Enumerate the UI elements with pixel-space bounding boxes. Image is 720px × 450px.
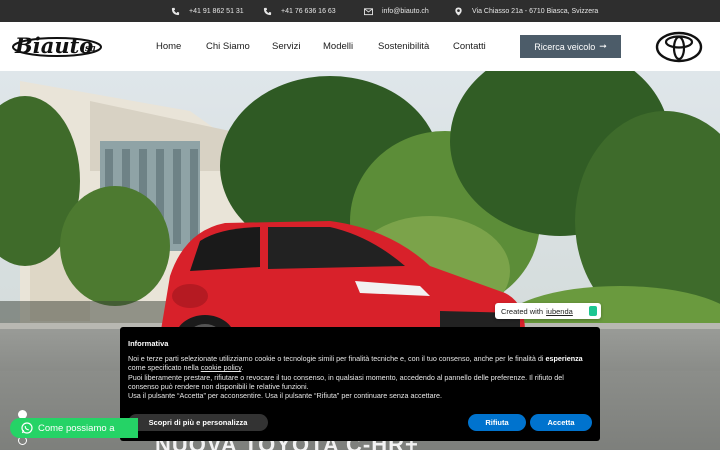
logo-text: Biauto: [14, 33, 93, 58]
mail-icon: [364, 7, 373, 16]
accept-button[interactable]: Accetta: [530, 414, 592, 431]
nav-item-sostenibilita[interactable]: Sostenibilità: [378, 41, 429, 52]
contact-address-text: Via Chiasso 21a - 6710 Biasca, Svizzera: [472, 7, 599, 15]
cookie-banner-text: Noi e terze parti selezionate utilizziam…: [128, 354, 594, 400]
nav-item-servizi[interactable]: Servizi: [272, 41, 301, 52]
iubenda-badge-prefix: Created with: [501, 306, 544, 316]
contact-phone-2[interactable]: +41 76 636 16 63: [263, 0, 336, 22]
toyota-logo-icon[interactable]: [655, 31, 703, 63]
customize-button[interactable]: Scopri di più e personalizza: [128, 414, 268, 431]
contact-phone-2-text: +41 76 636 16 63: [281, 7, 336, 15]
search-vehicle-button[interactable]: Ricerca veicolo ➞: [520, 35, 621, 58]
cookie-consent-banner: Informativa Noi e terze parti selezionat…: [120, 327, 600, 441]
nav-item-chi-siamo[interactable]: Chi Siamo: [206, 41, 250, 52]
contact-phone-1[interactable]: +41 91 862 51 31: [171, 0, 244, 22]
mobile-icon: [263, 7, 272, 16]
phone-icon: [171, 7, 180, 16]
location-pin-icon: [454, 6, 463, 16]
iubenda-badge-link[interactable]: iubenda: [546, 307, 573, 316]
nav-item-home[interactable]: Home: [156, 41, 181, 52]
nav-item-modelli[interactable]: Modelli: [323, 41, 353, 52]
cookie-text-line1b: come specificato nella: [128, 363, 199, 373]
cookie-text-bold: esperienza: [545, 354, 583, 363]
whatsapp-chat-button[interactable]: Come possiamo a: [10, 418, 138, 438]
logo-suffix: sa: [85, 44, 96, 54]
cookie-policy-link[interactable]: cookie policy: [201, 363, 242, 372]
cookie-text-period: .: [241, 363, 244, 373]
iubenda-icon: [589, 306, 597, 316]
top-contact-bar: +41 91 862 51 31 +41 76 636 16 63 info@b…: [0, 0, 720, 22]
nav-item-contatti[interactable]: Contatti: [453, 41, 486, 52]
cookie-text-line3: Usa il pulsante “Accetta” per acconsenti…: [128, 391, 443, 401]
iubenda-badge[interactable]: Created with iubenda: [495, 303, 601, 319]
contact-address[interactable]: Via Chiasso 21a - 6710 Biasca, Svizzera: [454, 0, 598, 22]
reject-button[interactable]: Rifiuta: [468, 414, 526, 431]
cookie-text-line1a: Noi e terze parti selezionate utilizziam…: [128, 354, 544, 363]
contact-phone-1-text: +41 91 862 51 31: [189, 7, 244, 15]
cookie-banner-title: Informativa: [128, 339, 169, 348]
arrow-right-icon: ➞: [599, 41, 607, 51]
contact-email[interactable]: info@biauto.ch: [364, 0, 429, 22]
cookie-text-line2: Puoi liberamente prestare, rifiutare o r…: [128, 372, 564, 391]
contact-email-text: info@biauto.ch: [382, 7, 429, 15]
search-vehicle-label: Ricerca veicolo: [534, 41, 596, 52]
main-navigation: Biauto sa Home Chi Siamo Servizi Modelli…: [0, 22, 720, 71]
whatsapp-label: Come possiamo a: [38, 422, 115, 434]
biauto-logo[interactable]: Biauto sa: [11, 32, 103, 60]
whatsapp-icon: [21, 422, 33, 434]
